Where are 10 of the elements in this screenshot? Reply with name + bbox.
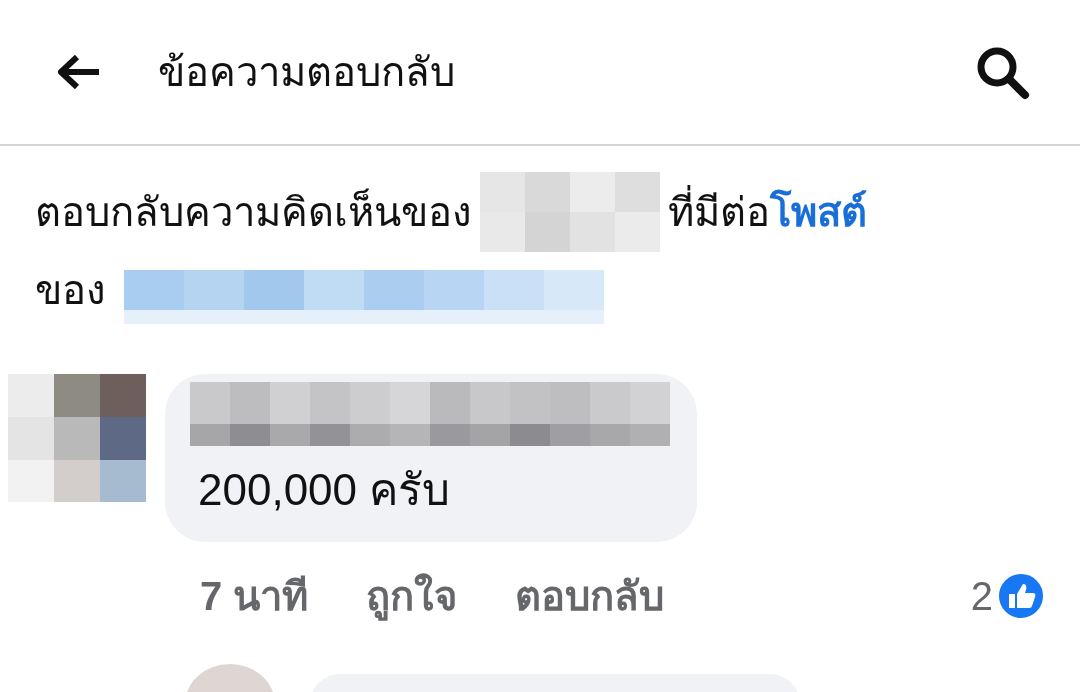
thumbs-up-icon — [997, 572, 1045, 620]
comment-action-link[interactable]: ตอบกลับ — [515, 564, 665, 628]
reply-context-text: ของ — [35, 252, 1050, 328]
comment-action-link[interactable]: ถูกใจ — [366, 564, 458, 628]
reply-context-text: ตอบกลับความคิดเห็นของ ที่มีต่อโพสต์ — [35, 172, 1050, 252]
comment-text: 200,000 ครับ — [198, 464, 452, 516]
comment-time: 7 นาที — [200, 573, 309, 620]
post-link[interactable]: โพสต์ — [770, 174, 867, 250]
like-count: 2 — [970, 573, 993, 619]
page-title: ข้อความตอบกลับ — [158, 49, 456, 96]
